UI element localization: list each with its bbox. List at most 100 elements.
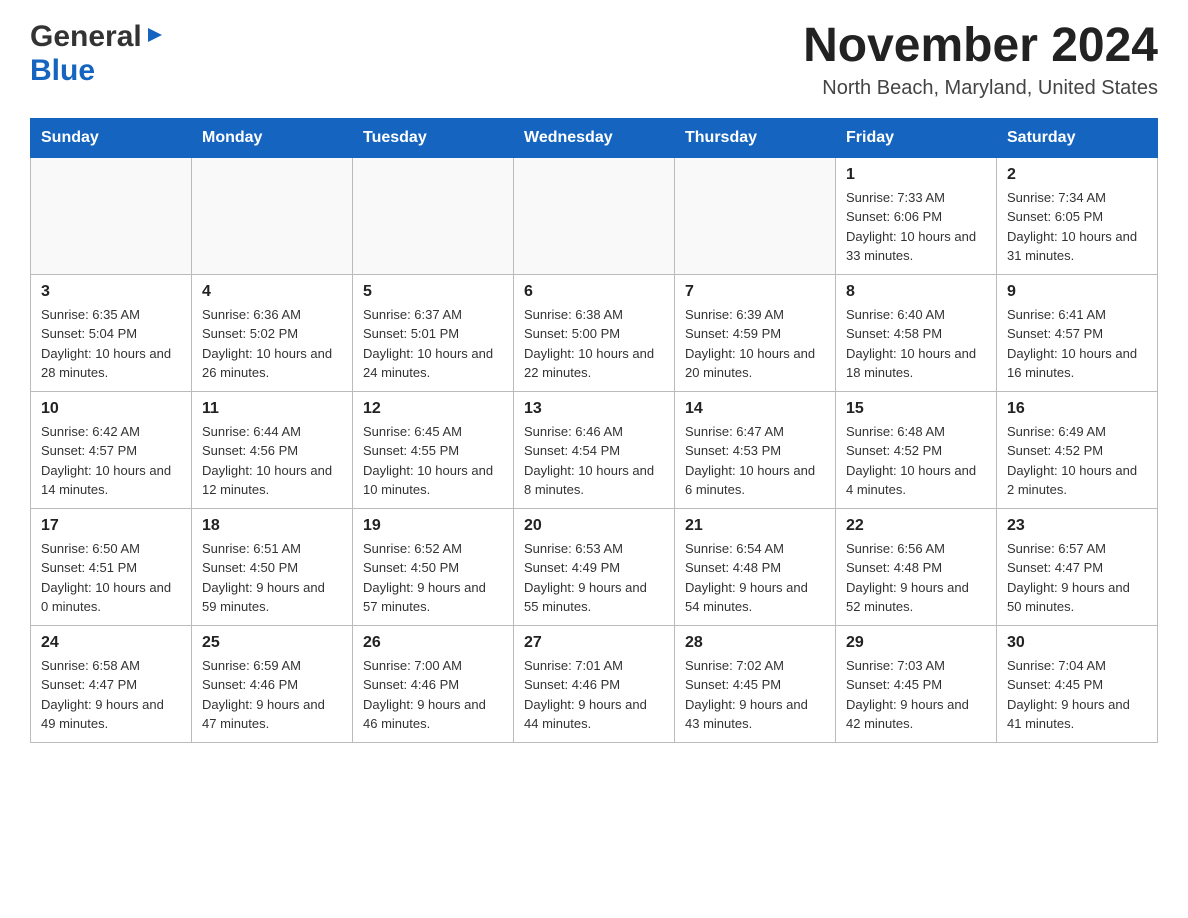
- calendar-week-row: 17 Sunrise: 6:50 AM Sunset: 4:51 PM Dayli…: [31, 508, 1158, 625]
- day-number: 10: [41, 400, 181, 418]
- calendar-day-cell: 4 Sunrise: 6:36 AM Sunset: 5:02 PM Daylig…: [192, 274, 353, 391]
- calendar-day-cell: 11 Sunrise: 6:44 AM Sunset: 4:56 PM Dayli…: [192, 391, 353, 508]
- day-number: 15: [846, 400, 986, 418]
- calendar-day-cell: 17 Sunrise: 6:50 AM Sunset: 4:51 PM Dayli…: [31, 508, 192, 625]
- day-info: Sunrise: 6:37 AM Sunset: 5:01 PM Dayligh…: [363, 305, 503, 383]
- day-number: 3: [41, 283, 181, 301]
- day-number: 6: [524, 283, 664, 301]
- calendar-day-cell: 14Sunrise: 6:47 AM Sunset: 4:53 PM Dayli…: [675, 391, 836, 508]
- logo-general-text: General: [30, 20, 142, 54]
- calendar-day-cell: 12 Sunrise: 6:45 AM Sunset: 4:55 PM Dayli…: [353, 391, 514, 508]
- day-info: Sunrise: 6:36 AM Sunset: 5:02 PM Dayligh…: [202, 305, 342, 383]
- calendar-week-row: 3 Sunrise: 6:35 AM Sunset: 5:04 PM Daylig…: [31, 274, 1158, 391]
- day-number: 17: [41, 517, 181, 535]
- day-of-week-header: Friday: [836, 118, 997, 157]
- calendar-day-cell: 24 Sunrise: 6:58 AM Sunset: 4:47 PM Dayli…: [31, 625, 192, 742]
- calendar-day-cell: [353, 157, 514, 274]
- day-info: Sunrise: 6:40 AM Sunset: 4:58 PM Dayligh…: [846, 305, 986, 383]
- day-info: Sunrise: 6:51 AM Sunset: 4:50 PM Dayligh…: [202, 539, 342, 617]
- day-info: Sunrise: 6:42 AM Sunset: 4:57 PM Dayligh…: [41, 422, 181, 500]
- calendar-week-row: 24 Sunrise: 6:58 AM Sunset: 4:47 PM Dayli…: [31, 625, 1158, 742]
- day-info: Sunrise: 6:58 AM Sunset: 4:47 PM Dayligh…: [41, 656, 181, 734]
- day-info: Sunrise: 6:49 AM Sunset: 4:52 PM Dayligh…: [1007, 422, 1147, 500]
- day-info: Sunrise: 7:00 AM Sunset: 4:46 PM Dayligh…: [363, 656, 503, 734]
- calendar-day-cell: 18 Sunrise: 6:51 AM Sunset: 4:50 PM Dayli…: [192, 508, 353, 625]
- calendar-day-cell: [31, 157, 192, 274]
- calendar-day-cell: 20 Sunrise: 6:53 AM Sunset: 4:49 PM Dayli…: [514, 508, 675, 625]
- calendar-day-cell: [514, 157, 675, 274]
- day-info: Sunrise: 6:53 AM Sunset: 4:49 PM Dayligh…: [524, 539, 664, 617]
- calendar-day-cell: 5 Sunrise: 6:37 AM Sunset: 5:01 PM Daylig…: [353, 274, 514, 391]
- logo: General Blue: [30, 20, 166, 88]
- day-info: Sunrise: 7:02 AM Sunset: 4:45 PM Dayligh…: [685, 656, 825, 734]
- calendar-day-cell: 27 Sunrise: 7:01 AM Sunset: 4:46 PM Dayli…: [514, 625, 675, 742]
- calendar-day-cell: 2Sunrise: 7:34 AM Sunset: 6:05 PM Daylig…: [997, 157, 1158, 274]
- day-info: Sunrise: 7:33 AM Sunset: 6:06 PM Dayligh…: [846, 188, 986, 266]
- day-info: Sunrise: 6:44 AM Sunset: 4:56 PM Dayligh…: [202, 422, 342, 500]
- day-number: 25: [202, 634, 342, 652]
- day-number: 5: [363, 283, 503, 301]
- logo-blue-text: Blue: [30, 54, 95, 87]
- day-number: 9: [1007, 283, 1147, 301]
- calendar-day-cell: 26Sunrise: 7:00 AM Sunset: 4:46 PM Dayli…: [353, 625, 514, 742]
- day-of-week-header: Monday: [192, 118, 353, 157]
- day-of-week-header: Sunday: [31, 118, 192, 157]
- day-info: Sunrise: 6:59 AM Sunset: 4:46 PM Dayligh…: [202, 656, 342, 734]
- calendar-day-cell: 13 Sunrise: 6:46 AM Sunset: 4:54 PM Dayli…: [514, 391, 675, 508]
- day-number: 28: [685, 634, 825, 652]
- day-number: 27: [524, 634, 664, 652]
- calendar-day-cell: [192, 157, 353, 274]
- day-of-week-header: Thursday: [675, 118, 836, 157]
- day-info: Sunrise: 7:34 AM Sunset: 6:05 PM Dayligh…: [1007, 188, 1147, 266]
- calendar-day-cell: 23 Sunrise: 6:57 AM Sunset: 4:47 PM Dayli…: [997, 508, 1158, 625]
- day-info: Sunrise: 6:50 AM Sunset: 4:51 PM Dayligh…: [41, 539, 181, 617]
- logo-arrow-icon: [144, 24, 166, 51]
- month-title: November 2024: [803, 20, 1158, 73]
- day-number: 13: [524, 400, 664, 418]
- calendar-day-cell: 3 Sunrise: 6:35 AM Sunset: 5:04 PM Daylig…: [31, 274, 192, 391]
- day-number: 1: [846, 166, 986, 184]
- day-number: 7: [685, 283, 825, 301]
- day-number: 12: [363, 400, 503, 418]
- day-info: Sunrise: 6:46 AM Sunset: 4:54 PM Dayligh…: [524, 422, 664, 500]
- day-info: Sunrise: 7:01 AM Sunset: 4:46 PM Dayligh…: [524, 656, 664, 734]
- page-header: General Blue November 2024 North Beach, …: [30, 20, 1158, 100]
- day-number: 23: [1007, 517, 1147, 535]
- day-info: Sunrise: 6:56 AM Sunset: 4:48 PM Dayligh…: [846, 539, 986, 617]
- calendar-day-cell: 1 Sunrise: 7:33 AM Sunset: 6:06 PM Daylig…: [836, 157, 997, 274]
- day-number: 18: [202, 517, 342, 535]
- calendar-week-row: 10 Sunrise: 6:42 AM Sunset: 4:57 PM Dayli…: [31, 391, 1158, 508]
- day-number: 16: [1007, 400, 1147, 418]
- calendar-day-cell: 22 Sunrise: 6:56 AM Sunset: 4:48 PM Dayli…: [836, 508, 997, 625]
- calendar-day-cell: 29Sunrise: 7:03 AM Sunset: 4:45 PM Dayli…: [836, 625, 997, 742]
- day-number: 8: [846, 283, 986, 301]
- day-headers-row: SundayMondayTuesdayWednesdayThursdayFrid…: [31, 118, 1158, 157]
- day-of-week-header: Wednesday: [514, 118, 675, 157]
- day-info: Sunrise: 6:57 AM Sunset: 4:47 PM Dayligh…: [1007, 539, 1147, 617]
- day-number: 14: [685, 400, 825, 418]
- calendar-day-cell: 10 Sunrise: 6:42 AM Sunset: 4:57 PM Dayli…: [31, 391, 192, 508]
- day-info: Sunrise: 6:45 AM Sunset: 4:55 PM Dayligh…: [363, 422, 503, 500]
- calendar-day-cell: 30Sunrise: 7:04 AM Sunset: 4:45 PM Dayli…: [997, 625, 1158, 742]
- day-info: Sunrise: 6:39 AM Sunset: 4:59 PM Dayligh…: [685, 305, 825, 383]
- calendar-day-cell: 7 Sunrise: 6:39 AM Sunset: 4:59 PM Daylig…: [675, 274, 836, 391]
- day-of-week-header: Saturday: [997, 118, 1158, 157]
- day-info: Sunrise: 6:48 AM Sunset: 4:52 PM Dayligh…: [846, 422, 986, 500]
- day-of-week-header: Tuesday: [353, 118, 514, 157]
- day-info: Sunrise: 6:38 AM Sunset: 5:00 PM Dayligh…: [524, 305, 664, 383]
- location-subtitle: North Beach, Maryland, United States: [803, 77, 1158, 100]
- calendar-day-cell: 16 Sunrise: 6:49 AM Sunset: 4:52 PM Dayli…: [997, 391, 1158, 508]
- day-info: Sunrise: 6:41 AM Sunset: 4:57 PM Dayligh…: [1007, 305, 1147, 383]
- day-info: Sunrise: 6:54 AM Sunset: 4:48 PM Dayligh…: [685, 539, 825, 617]
- calendar-day-cell: 8 Sunrise: 6:40 AM Sunset: 4:58 PM Daylig…: [836, 274, 997, 391]
- day-number: 24: [41, 634, 181, 652]
- day-number: 11: [202, 400, 342, 418]
- day-info: Sunrise: 6:35 AM Sunset: 5:04 PM Dayligh…: [41, 305, 181, 383]
- day-number: 20: [524, 517, 664, 535]
- day-number: 4: [202, 283, 342, 301]
- calendar-day-cell: 15 Sunrise: 6:48 AM Sunset: 4:52 PM Dayli…: [836, 391, 997, 508]
- calendar-day-cell: 6 Sunrise: 6:38 AM Sunset: 5:00 PM Daylig…: [514, 274, 675, 391]
- day-number: 22: [846, 517, 986, 535]
- day-number: 21: [685, 517, 825, 535]
- calendar-table: SundayMondayTuesdayWednesdayThursdayFrid…: [30, 118, 1158, 743]
